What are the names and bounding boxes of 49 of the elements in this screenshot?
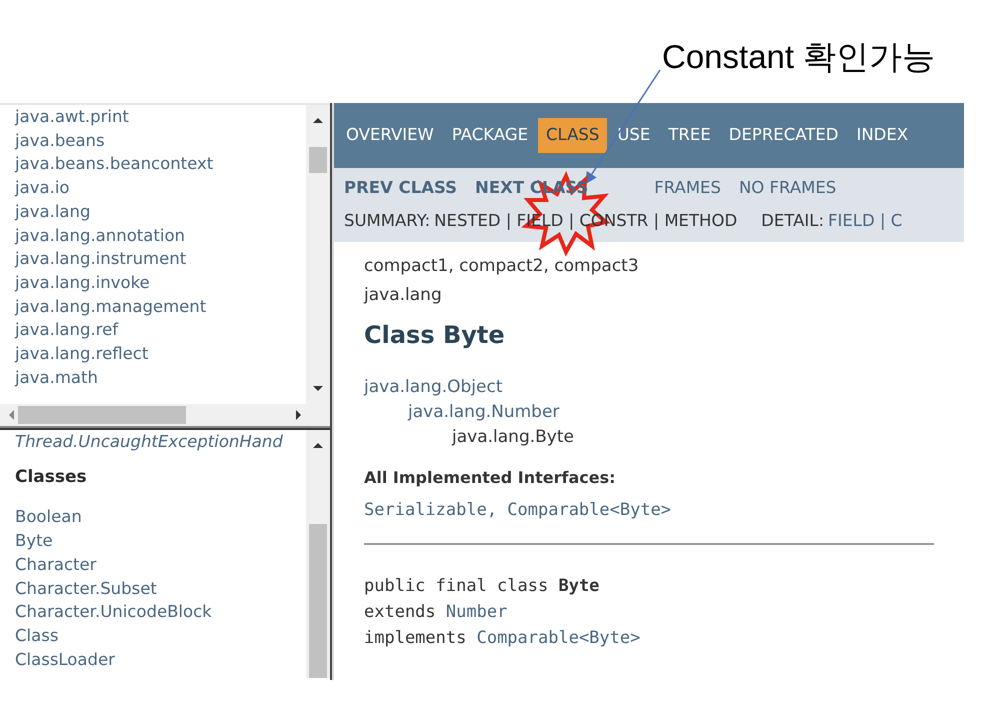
declaration-line: extends Number (364, 601, 508, 624)
class-link[interactable]: Character (15, 554, 96, 574)
nav-tab[interactable]: CLASS (538, 118, 608, 153)
package-link[interactable]: java.beans (15, 130, 105, 150)
package-link[interactable]: java.lang.instrument (15, 249, 186, 268)
package-link[interactable]: java.math (15, 368, 98, 387)
class-link[interactable]: Character.UnicodeBlock (15, 602, 212, 622)
class-link[interactable]: Thread.UncaughtExceptionHand (15, 432, 283, 451)
detail-links[interactable]: FIELD | C (828, 208, 902, 234)
package-name: java.lang (364, 285, 442, 305)
nav-link[interactable]: NO FRAMES (738, 176, 836, 201)
package-link[interactable]: java.lang.invoke (15, 272, 150, 292)
package-link[interactable]: java.lang.reflect (15, 344, 148, 364)
package-link[interactable]: java.lang.annotation (15, 226, 185, 245)
package-link[interactable]: java.awt.print (15, 107, 129, 126)
nav-tab[interactable]: INDEX (848, 118, 916, 153)
inheritance-item[interactable]: java.lang.Number (408, 402, 560, 422)
declaration-line: public final class Byte (364, 575, 600, 598)
package-link[interactable]: java.lang (15, 202, 90, 221)
inheritance-item: java.lang.Byte (452, 426, 574, 446)
interfaces-list[interactable]: Serializable, Comparable<Byte> (364, 500, 672, 520)
package-link[interactable]: java.lang.management (15, 296, 206, 316)
summary-label: SUMMARY: (344, 210, 430, 232)
interfaces-label: All Implemented Interfaces: (364, 468, 616, 486)
nav-tab[interactable]: OVERVIEW (338, 118, 442, 153)
declaration-line: implements Comparable<Byte> (364, 627, 642, 650)
class-title: Class Byte (364, 320, 505, 348)
class-link[interactable]: Boolean (15, 507, 82, 526)
nav-tab[interactable]: PACKAGE (444, 118, 536, 153)
annotation-text: Constant 확인가능 (662, 37, 936, 77)
nav-link[interactable]: PREV CLASS (344, 178, 458, 197)
detail-label: DETAIL: (761, 210, 824, 232)
vertical-scrollbar[interactable] (306, 430, 330, 678)
package-link[interactable]: java.beans.beancontext (15, 154, 214, 174)
class-link[interactable]: ClassLoader (15, 650, 115, 669)
nav-tab[interactable]: DEPRECATED (720, 118, 846, 153)
package-link[interactable]: java.io (15, 178, 70, 198)
class-link[interactable]: Byte (15, 531, 53, 550)
nav-tab[interactable]: TREE (660, 118, 719, 153)
nav-tab[interactable]: USE (609, 118, 658, 153)
section-heading: Classes (15, 466, 87, 487)
vertical-scrollbar[interactable] (306, 105, 330, 404)
package-link[interactable]: java.lang.ref (15, 320, 118, 340)
horizontal-scrollbar[interactable] (0, 404, 330, 428)
class-link[interactable]: Character.Subset (15, 578, 157, 598)
inheritance-item[interactable]: java.lang.Object (364, 376, 502, 396)
class-link[interactable]: Class (15, 626, 58, 645)
nav-link[interactable]: FRAMES (654, 176, 721, 201)
profiles-text: compact1, compact2, compact3 (364, 256, 639, 276)
